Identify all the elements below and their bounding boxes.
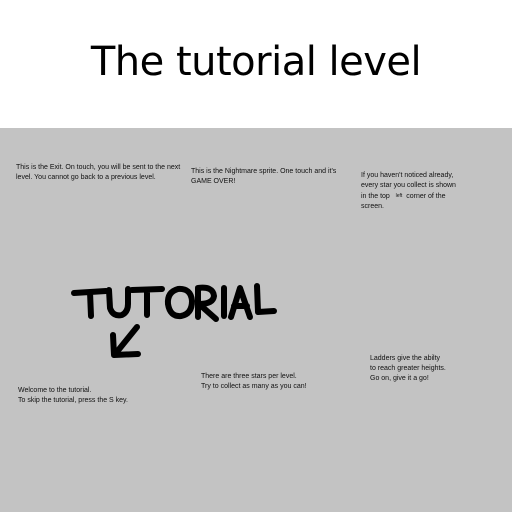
scribble-letter-t2 (129, 286, 165, 318)
scribble-letter-a (228, 285, 253, 320)
down-left-arrow-icon (110, 324, 141, 358)
scribble-letter-l (254, 283, 277, 315)
scribble-letter-r (195, 284, 219, 322)
game-area[interactable]: This is the Exit. On touch, you will be … (0, 128, 512, 512)
scribble-letter-o (164, 285, 195, 320)
scribble-letter-t1 (71, 288, 109, 319)
page-title: The tutorial level (90, 39, 422, 85)
scribble-letter-u (106, 286, 131, 319)
tutorial-scribble (71, 283, 277, 358)
